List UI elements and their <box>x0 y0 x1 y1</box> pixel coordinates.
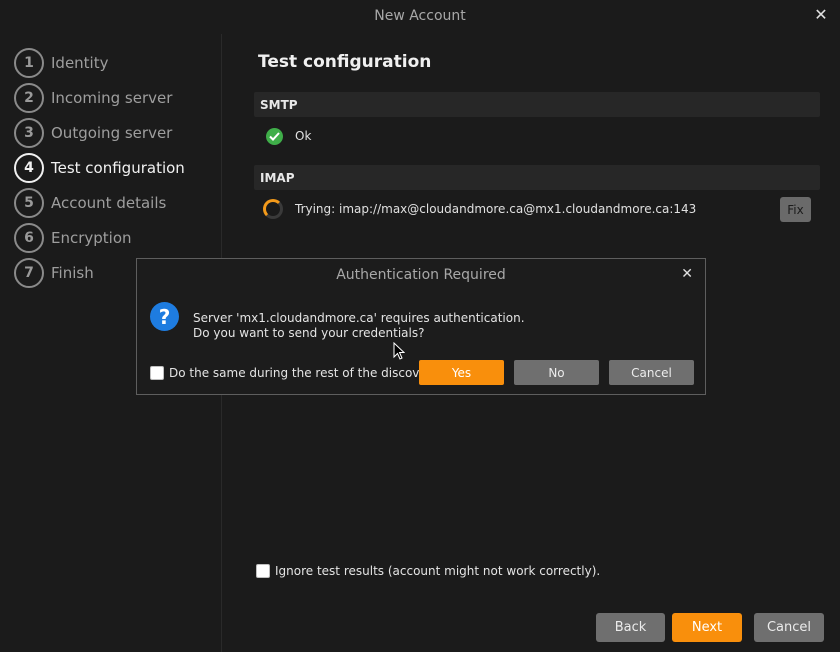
page-title: Test configuration <box>258 52 432 72</box>
title-bar: New Account ✕ <box>0 0 840 34</box>
step-identity: 1 Identity <box>14 48 109 78</box>
imap-status-text: Trying: imap://max@cloudandmore.ca@mx1.c… <box>295 202 697 216</box>
same-discovery-checkbox-row: Do the same during the rest of the disco… <box>150 366 441 380</box>
ignore-results-checkbox[interactable] <box>256 564 270 578</box>
step-label: Identity <box>51 54 109 72</box>
same-discovery-checkbox[interactable] <box>150 366 164 380</box>
smtp-status-text: Ok <box>295 129 312 143</box>
smtp-status-row: Ok <box>266 125 311 147</box>
back-button[interactable]: Back <box>596 613 665 642</box>
step-number: 5 <box>14 188 44 218</box>
dialog-message-line: Server 'mx1.cloudandmore.ca' requires au… <box>193 311 525 325</box>
yes-button[interactable]: Yes <box>419 360 504 385</box>
step-account-details: 5 Account details <box>14 188 166 218</box>
step-number: 6 <box>14 223 44 253</box>
question-icon: ? <box>150 302 179 331</box>
smtp-label: SMTP <box>260 98 298 112</box>
window-title: New Account <box>374 8 466 24</box>
mouse-cursor-icon <box>393 341 406 364</box>
step-label: Finish <box>51 264 94 282</box>
authentication-dialog: Authentication Required ✕ ? Server 'mx1.… <box>136 258 706 395</box>
spinner-icon <box>263 199 283 219</box>
cancel-button[interactable]: Cancel <box>754 613 824 642</box>
step-label: Account details <box>51 194 167 212</box>
step-label: Encryption <box>51 229 132 247</box>
step-label: Incoming server <box>51 89 173 107</box>
step-finish: 7 Finish <box>14 258 94 288</box>
ignore-results-row: Ignore test results (account might not w… <box>256 564 600 578</box>
step-label: Outgoing server <box>51 124 173 142</box>
fix-button[interactable]: Fix <box>780 197 811 222</box>
same-discovery-label: Do the same during the rest of the disco… <box>169 366 441 380</box>
step-number: 1 <box>14 48 44 78</box>
dialog-message: Server 'mx1.cloudandmore.ca' requires au… <box>193 311 525 341</box>
imap-section-header: IMAP <box>254 165 820 190</box>
next-button[interactable]: Next <box>672 613 742 642</box>
step-encryption: 6 Encryption <box>14 223 132 253</box>
step-test-configuration: 4 Test configuration <box>14 153 185 183</box>
step-number: 2 <box>14 83 44 113</box>
imap-status-row: Trying: imap://max@cloudandmore.ca@mx1.c… <box>263 198 696 220</box>
step-outgoing-server: 3 Outgoing server <box>14 118 172 148</box>
imap-label: IMAP <box>260 171 295 185</box>
step-incoming-server: 2 Incoming server <box>14 83 172 113</box>
step-number: 7 <box>14 258 44 288</box>
dialog-title: Authentication Required <box>336 267 506 283</box>
no-button[interactable]: No <box>514 360 599 385</box>
dialog-cancel-button[interactable]: Cancel <box>609 360 694 385</box>
ignore-results-label: Ignore test results (account might not w… <box>275 564 601 578</box>
check-circle-icon <box>266 127 283 145</box>
dialog-message-line: Do you want to send your credentials? <box>193 326 425 340</box>
smtp-section-header: SMTP <box>254 92 820 117</box>
step-number: 3 <box>14 118 44 148</box>
step-number: 4 <box>14 153 44 183</box>
close-icon[interactable]: ✕ <box>812 6 830 24</box>
step-label: Test configuration <box>51 159 185 177</box>
close-icon[interactable]: ✕ <box>681 266 693 282</box>
